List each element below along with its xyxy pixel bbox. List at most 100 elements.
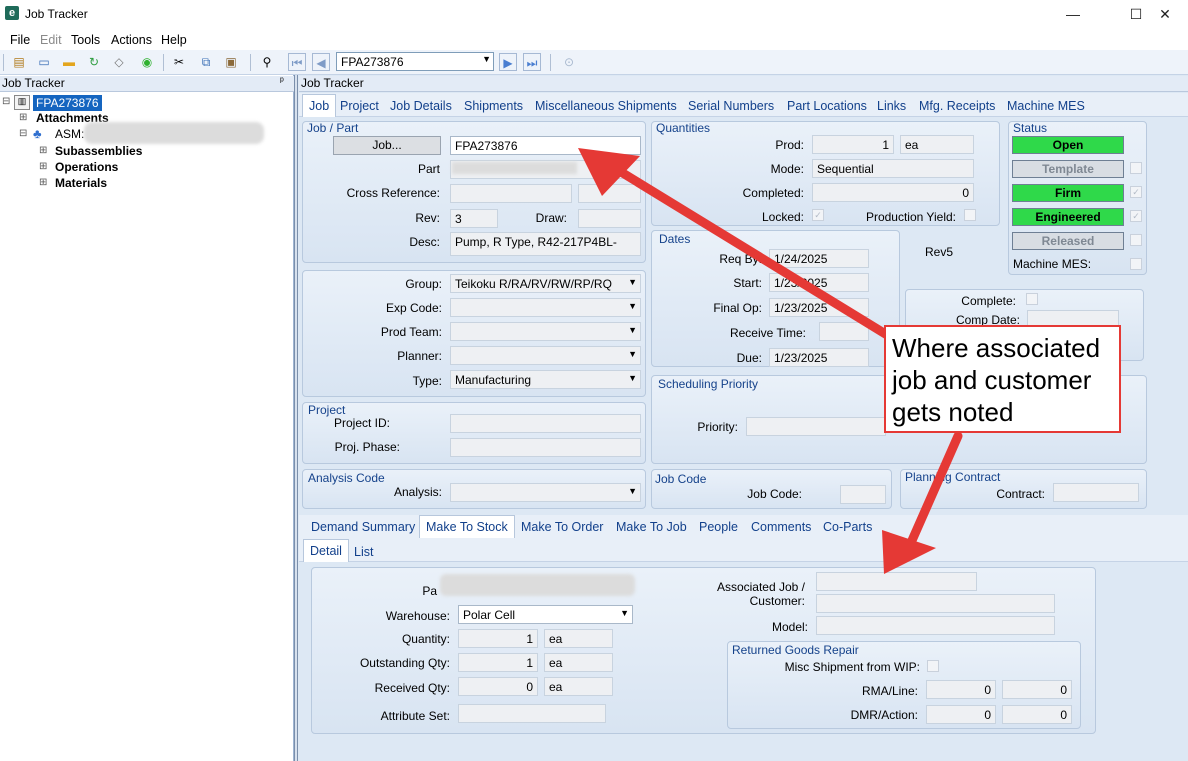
first-record-icon[interactable]: ⏮ bbox=[288, 53, 306, 71]
copy-icon[interactable]: ⧉ bbox=[197, 53, 215, 71]
tab-co-parts[interactable]: Co-Parts bbox=[823, 520, 872, 534]
tab-people[interactable]: People bbox=[699, 520, 738, 534]
status-firm-button[interactable]: Firm bbox=[1012, 184, 1124, 202]
due-date-field[interactable]: 1/23/2025 bbox=[769, 348, 869, 367]
expand-icon[interactable]: ⊞ bbox=[19, 112, 27, 123]
cross-reference-rev-field[interactable] bbox=[578, 184, 641, 203]
tab-misc-shipments[interactable]: Miscellaneous Shipments bbox=[535, 99, 677, 113]
refresh-icon[interactable]: ↻ bbox=[85, 53, 103, 71]
firm-checkbox[interactable]: ✓ bbox=[1130, 186, 1142, 198]
priority-field[interactable] bbox=[746, 417, 886, 436]
job-code-field[interactable] bbox=[840, 485, 886, 504]
expand-icon[interactable]: ⊞ bbox=[39, 177, 47, 188]
tab-job-details[interactable]: Job Details bbox=[390, 99, 452, 113]
engineered-checkbox[interactable]: ✓ bbox=[1130, 210, 1142, 222]
analysis-dropdown[interactable]: ▼ bbox=[450, 483, 641, 502]
misc-shipment-wip-checkbox[interactable] bbox=[927, 660, 939, 672]
job-button[interactable]: Job... bbox=[333, 136, 441, 155]
chevron-down-icon[interactable]: ▼ bbox=[482, 54, 491, 64]
new-icon[interactable]: ▤ bbox=[10, 53, 28, 71]
tab-make-to-stock[interactable]: Make To Stock bbox=[419, 515, 515, 538]
menu-help[interactable]: Help bbox=[161, 33, 187, 47]
exp-code-dropdown[interactable]: ▼ bbox=[450, 298, 641, 317]
customer-field[interactable] bbox=[816, 594, 1055, 613]
associated-job-field[interactable] bbox=[816, 572, 977, 591]
job-number-field[interactable]: FPA273876 bbox=[450, 136, 641, 155]
tab-detail[interactable]: Detail bbox=[303, 539, 349, 562]
tab-job[interactable]: Job bbox=[302, 94, 337, 117]
type-dropdown[interactable]: Manufacturing ▼ bbox=[450, 370, 641, 389]
contract-field[interactable] bbox=[1053, 483, 1139, 502]
expand-icon[interactable]: ⊞ bbox=[39, 145, 47, 156]
tab-project[interactable]: Project bbox=[340, 99, 379, 113]
final-op-field[interactable]: 1/23/2025 bbox=[769, 298, 869, 317]
chevron-down-icon[interactable]: ▼ bbox=[628, 277, 637, 287]
description-field[interactable]: Pump, R Type, R42-217P4BL- bbox=[450, 232, 641, 256]
locked-checkbox[interactable]: ✓ bbox=[812, 209, 824, 221]
menu-file[interactable]: File bbox=[10, 33, 30, 47]
tab-list[interactable]: List bbox=[354, 545, 373, 559]
rev-field[interactable]: 3 bbox=[450, 209, 498, 228]
minimize-button[interactable]: — bbox=[1050, 0, 1096, 29]
tab-machine-mes[interactable]: Machine MES bbox=[1007, 99, 1085, 113]
collapse-icon[interactable]: ⊟ bbox=[2, 96, 10, 107]
rma-line-field[interactable]: 0 bbox=[1002, 680, 1072, 699]
outstanding-qty-field[interactable]: 1 bbox=[458, 653, 538, 672]
tab-demand-summary[interactable]: Demand Summary bbox=[311, 520, 415, 534]
planner-dropdown[interactable]: ▼ bbox=[450, 346, 641, 365]
outstanding-uom-field[interactable]: ea bbox=[544, 653, 613, 672]
status-open-button[interactable]: Open bbox=[1012, 136, 1124, 154]
received-uom-field[interactable]: ea bbox=[544, 677, 613, 696]
paste-icon[interactable]: ▣ bbox=[222, 53, 240, 71]
group-dropdown[interactable]: Teikoku R/RA/RV/RW/RP/RQ ▼ bbox=[450, 274, 641, 293]
warehouse-dropdown[interactable]: Polar Cell ▼ bbox=[458, 605, 633, 624]
released-checkbox[interactable] bbox=[1130, 234, 1142, 246]
tab-part-locations[interactable]: Part Locations bbox=[787, 99, 867, 113]
tree-item-materials[interactable]: Materials bbox=[55, 176, 107, 190]
production-yield-checkbox[interactable] bbox=[964, 209, 976, 221]
status-engineered-button[interactable]: Engineered bbox=[1012, 208, 1124, 226]
close-button[interactable]: ✕ bbox=[1142, 0, 1188, 29]
chevron-down-icon[interactable]: ▼ bbox=[628, 301, 637, 311]
complete-checkbox[interactable] bbox=[1026, 293, 1038, 305]
proj-phase-field[interactable] bbox=[450, 438, 641, 457]
chevron-down-icon[interactable]: ▼ bbox=[628, 325, 637, 335]
collapse-icon[interactable]: ⊟ bbox=[19, 128, 27, 139]
tab-links[interactable]: Links bbox=[877, 99, 906, 113]
cross-reference-field[interactable] bbox=[450, 184, 572, 203]
received-qty-field[interactable]: 0 bbox=[458, 677, 538, 696]
binoculars-icon[interactable]: ⚲ bbox=[258, 53, 276, 71]
last-record-icon[interactable]: ⏭ bbox=[523, 53, 541, 71]
pin-icon[interactable]: ᵖ bbox=[280, 76, 284, 87]
prod-qty-field[interactable]: 1 bbox=[812, 135, 894, 154]
job-number-combo[interactable]: FPA273876 ▼ bbox=[336, 52, 494, 71]
tab-mfg-receipts[interactable]: Mfg. Receipts bbox=[919, 99, 995, 113]
chevron-down-icon[interactable]: ▼ bbox=[628, 486, 637, 496]
menu-edit[interactable]: Edit bbox=[40, 33, 62, 47]
prod-team-dropdown[interactable]: ▼ bbox=[450, 322, 641, 341]
chevron-down-icon[interactable]: ▼ bbox=[628, 349, 637, 359]
completed-field[interactable]: 0 bbox=[812, 183, 974, 202]
folder-open-icon[interactable]: ▬ bbox=[60, 53, 78, 71]
mode-field[interactable]: Sequential bbox=[812, 159, 974, 178]
tab-serial-numbers[interactable]: Serial Numbers bbox=[688, 99, 774, 113]
menu-tools[interactable]: Tools bbox=[71, 33, 100, 47]
play-circle-icon[interactable]: ⊙ bbox=[560, 53, 578, 71]
expand-icon[interactable]: ⊞ bbox=[39, 161, 47, 172]
model-field[interactable] bbox=[816, 616, 1055, 635]
go-icon[interactable]: ◉ bbox=[138, 53, 156, 71]
attribute-set-field[interactable] bbox=[458, 704, 606, 723]
chevron-down-icon[interactable]: ▼ bbox=[628, 373, 637, 383]
template-checkbox[interactable] bbox=[1130, 162, 1142, 174]
project-id-field[interactable] bbox=[450, 414, 641, 433]
tab-comments[interactable]: Comments bbox=[751, 520, 811, 534]
machine-mes-checkbox[interactable] bbox=[1130, 258, 1142, 270]
draw-field[interactable] bbox=[578, 209, 641, 228]
dmr-field[interactable]: 0 bbox=[926, 705, 996, 724]
previous-record-icon[interactable]: ◀ bbox=[312, 53, 330, 71]
rma-field[interactable]: 0 bbox=[926, 680, 996, 699]
window-icon[interactable]: ▭ bbox=[35, 53, 53, 71]
eraser-icon[interactable]: ◇ bbox=[110, 53, 128, 71]
status-released-button[interactable]: Released bbox=[1012, 232, 1124, 250]
tab-shipments[interactable]: Shipments bbox=[464, 99, 523, 113]
